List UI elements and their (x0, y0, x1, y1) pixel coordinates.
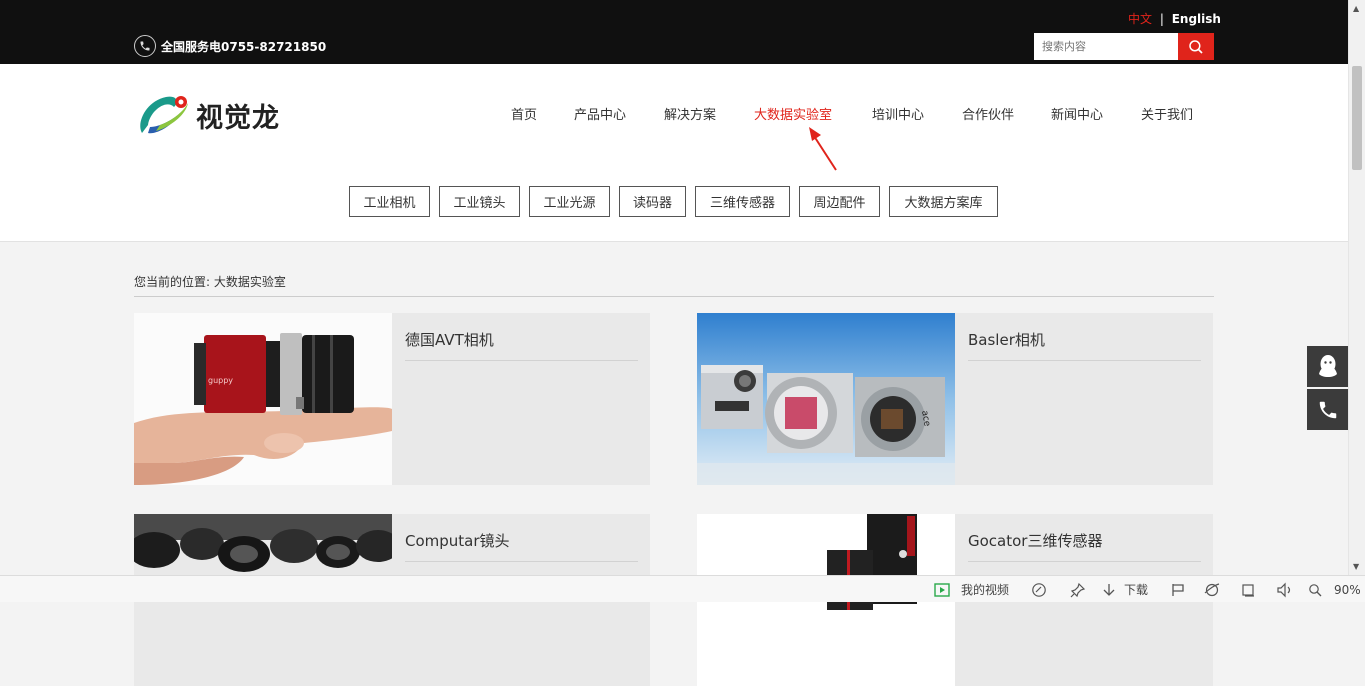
qq-icon (1318, 354, 1337, 377)
nav-item-partners[interactable]: 合作伙伴 (962, 104, 1014, 123)
video-play-icon (934, 582, 950, 597)
lang-english-link[interactable]: English (1172, 12, 1221, 26)
window-button[interactable] (1241, 581, 1255, 598)
flag-icon (1172, 583, 1184, 596)
nav-item-news[interactable]: 新闻中心 (1051, 104, 1103, 123)
scroll-thumb[interactable] (1352, 66, 1362, 170)
zoom-control[interactable]: 90% (1308, 581, 1361, 598)
category-3d-sensor[interactable]: 三维传感器 (695, 186, 790, 217)
search-button[interactable] (1178, 33, 1214, 60)
search-box (1034, 33, 1214, 60)
title-underline (405, 360, 638, 361)
category-bar: 工业相机 工业镜头 工业光源 读码器 三维传感器 周边配件 大数据方案库 (0, 186, 1348, 218)
nav-item-big-data-lab[interactable]: 大数据实验室 (754, 104, 832, 123)
volume-button[interactable] (1276, 581, 1294, 598)
nav-item-about[interactable]: 关于我们 (1141, 104, 1193, 123)
scroll-down-icon[interactable]: ▼ (1353, 562, 1359, 571)
my-video-button[interactable]: 我的视频 (934, 581, 1009, 598)
product-title[interactable]: Basler相机 (968, 329, 1045, 350)
product-card-basler[interactable]: ace Basler相机 (697, 313, 1213, 485)
site-header: 视觉龙 首页 产品中心 解决方案 大数据实验室 培训中心 合作伙伴 新闻中心 关… (0, 64, 1348, 242)
category-industrial-light[interactable]: 工业光源 (529, 186, 610, 217)
flag-button[interactable] (1171, 581, 1185, 598)
browser-e-icon (1204, 582, 1220, 596)
download-label: 下载 (1124, 583, 1149, 597)
download-icon (1103, 583, 1115, 596)
breadcrumb-prefix: 您当前的位置: (134, 275, 211, 289)
lang-chinese-link[interactable]: 中文 (1128, 12, 1152, 26)
product-image-avt[interactable]: guppy (134, 313, 392, 485)
category-big-data-library[interactable]: 大数据方案库 (889, 186, 998, 217)
service-hotline: 全国服务电0755-82721850 (134, 34, 326, 58)
nav-item-home[interactable]: 首页 (511, 104, 537, 123)
vertical-scrollbar[interactable]: ▲ ▼ (1348, 0, 1365, 575)
breadcrumb-current[interactable]: 大数据实验室 (214, 275, 286, 289)
nav-item-training[interactable]: 培训中心 (872, 104, 924, 123)
phone-icon (134, 35, 156, 57)
ie-mode-button[interactable] (1204, 581, 1220, 598)
main-nav: 首页 产品中心 解决方案 大数据实验室 培训中心 合作伙伴 新闻中心 关于我们 (0, 104, 1348, 124)
lang-separator: | (1159, 12, 1164, 26)
zoom-level: 90% (1334, 582, 1361, 597)
nav-item-solutions[interactable]: 解决方案 (664, 104, 716, 123)
title-underline (968, 360, 1201, 361)
category-code-reader[interactable]: 读码器 (619, 186, 686, 217)
speaker-icon (1277, 582, 1291, 597)
product-image-basler[interactable]: ace (697, 313, 955, 485)
product-title[interactable]: 德国AVT相机 (405, 329, 494, 350)
product-title[interactable]: Computar镜头 (405, 530, 510, 551)
phone-icon (1319, 401, 1336, 418)
product-card-avt[interactable]: guppy 德国AVT相机 (134, 313, 650, 485)
title-underline (968, 561, 1201, 562)
svg-text:guppy: guppy (208, 376, 233, 385)
language-switch: 中文 | English (1128, 10, 1221, 27)
breadcrumb: 您当前的位置: 大数据实验室 (134, 273, 286, 290)
category-industrial-lens[interactable]: 工业镜头 (439, 186, 520, 217)
window-icon (1242, 583, 1254, 597)
browser-status-bar: 我的视频 下载 90% (0, 575, 1365, 602)
pin-icon (1070, 582, 1086, 597)
qq-contact-button[interactable] (1307, 346, 1348, 387)
category-industrial-camera[interactable]: 工业相机 (349, 186, 430, 217)
download-button[interactable]: 下载 (1102, 581, 1148, 598)
pin-button[interactable] (1070, 581, 1086, 598)
product-title[interactable]: Gocator三维传感器 (968, 530, 1102, 551)
phone-contact-button[interactable] (1307, 389, 1348, 430)
title-underline (405, 561, 638, 562)
category-accessories[interactable]: 周边配件 (799, 186, 880, 217)
my-video-label: 我的视频 (961, 583, 1010, 597)
hotline-text: 全国服务电0755-82721850 (161, 39, 327, 54)
search-icon (1189, 39, 1203, 54)
search-input[interactable] (1034, 33, 1178, 60)
zoom-icon (1309, 583, 1322, 596)
top-bar: 全国服务电0755-82721850 中文 | English (0, 0, 1348, 64)
nav-item-products[interactable]: 产品中心 (574, 104, 626, 123)
breadcrumb-divider (134, 296, 1214, 297)
speed-icon (1032, 582, 1046, 597)
annotation-arrow-icon (809, 127, 837, 171)
accelerate-button[interactable] (1031, 581, 1047, 598)
scroll-up-icon[interactable]: ▲ (1353, 4, 1359, 13)
